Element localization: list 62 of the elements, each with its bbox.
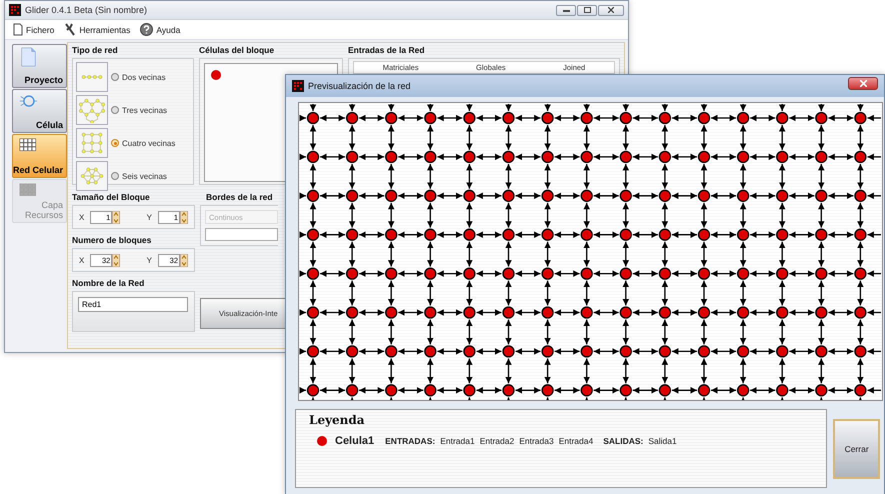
input-name: Entrada3 <box>519 436 554 446</box>
radio-button[interactable] <box>111 139 119 147</box>
menu-item[interactable]: Herramientas <box>64 23 130 36</box>
app-icon <box>9 4 21 16</box>
cell-dot[interactable] <box>211 70 221 80</box>
radio-button[interactable] <box>111 106 119 114</box>
input-name: Entrada1 <box>440 436 475 446</box>
radio-label[interactable]: Seis vecinas <box>122 172 167 180</box>
close-button[interactable] <box>848 76 878 90</box>
document-icon <box>13 23 23 36</box>
sidebar-item[interactable]: Proyecto <box>12 44 67 88</box>
maximize-button[interactable] <box>577 4 597 16</box>
spinner-arrows-icon[interactable] <box>180 210 188 224</box>
window-title: Glider 0.4.1 Beta (Sin nombre) <box>25 5 148 15</box>
input-name: Entrada4 <box>558 436 594 446</box>
radio-label[interactable]: Cuatro vecinas <box>122 138 176 148</box>
group-title: Bordes de la red <box>206 192 274 202</box>
help-icon <box>140 23 154 36</box>
radio-button[interactable] <box>111 73 119 81</box>
radio-label[interactable]: Tres vecinas <box>122 106 168 114</box>
cell-dot <box>317 436 327 446</box>
network-type-icon <box>76 128 108 158</box>
network-type-icon <box>76 95 108 125</box>
menu-item[interactable]: Ayuda <box>140 23 180 36</box>
group-title: Nombre de la Red <box>72 278 146 288</box>
close-button[interactable] <box>598 4 624 16</box>
close-button[interactable]: Cerrar <box>833 419 880 479</box>
menu-item[interactable]: Fichero <box>13 23 54 36</box>
close-icon <box>860 80 866 86</box>
y-label: Y <box>146 256 152 264</box>
spinner-arrows-icon[interactable] <box>112 254 120 266</box>
inputs-label: ENTRADAS: <box>385 436 436 446</box>
input-field[interactable] <box>205 228 278 241</box>
spinner-arrows-icon[interactable] <box>180 254 188 266</box>
sidebar-item[interactable]: Célula <box>12 89 67 133</box>
window-title: Previsualización de la red <box>308 81 412 91</box>
close-icon <box>608 7 614 13</box>
spinner-arrows-icon[interactable] <box>112 210 120 224</box>
minimize-button[interactable] <box>556 4 576 16</box>
minimize-icon <box>562 8 570 12</box>
app-icon <box>292 80 304 92</box>
sidebar-item[interactable]: Red Celular <box>12 134 67 178</box>
network-type-icon <box>76 62 108 92</box>
outputs-label: SALIDAS: <box>603 436 644 446</box>
radio-button[interactable] <box>111 172 119 180</box>
group-title: Tipo de red <box>72 45 119 55</box>
maximize-icon <box>584 7 590 13</box>
wrench-icon <box>64 23 76 36</box>
y-label: Y <box>146 212 152 222</box>
radio-label[interactable]: Dos vecinas <box>122 72 166 82</box>
name-field[interactable]: Red1 <box>78 297 188 312</box>
group-title: Tamaño del Bloque <box>72 192 151 202</box>
input-name: Entrada2 <box>480 436 514 446</box>
legend-title: Leyenda <box>309 413 366 427</box>
cell-name: Celula1 <box>335 435 374 447</box>
group-title: Células del bloque <box>199 45 276 55</box>
output-name: Salida1 <box>648 436 677 446</box>
network-type-icon <box>76 161 108 191</box>
x-label: X <box>79 256 84 264</box>
group-title: Numero de bloques <box>72 235 152 245</box>
group-title: Entradas de la Red <box>348 45 426 55</box>
x-label: X <box>79 212 84 222</box>
